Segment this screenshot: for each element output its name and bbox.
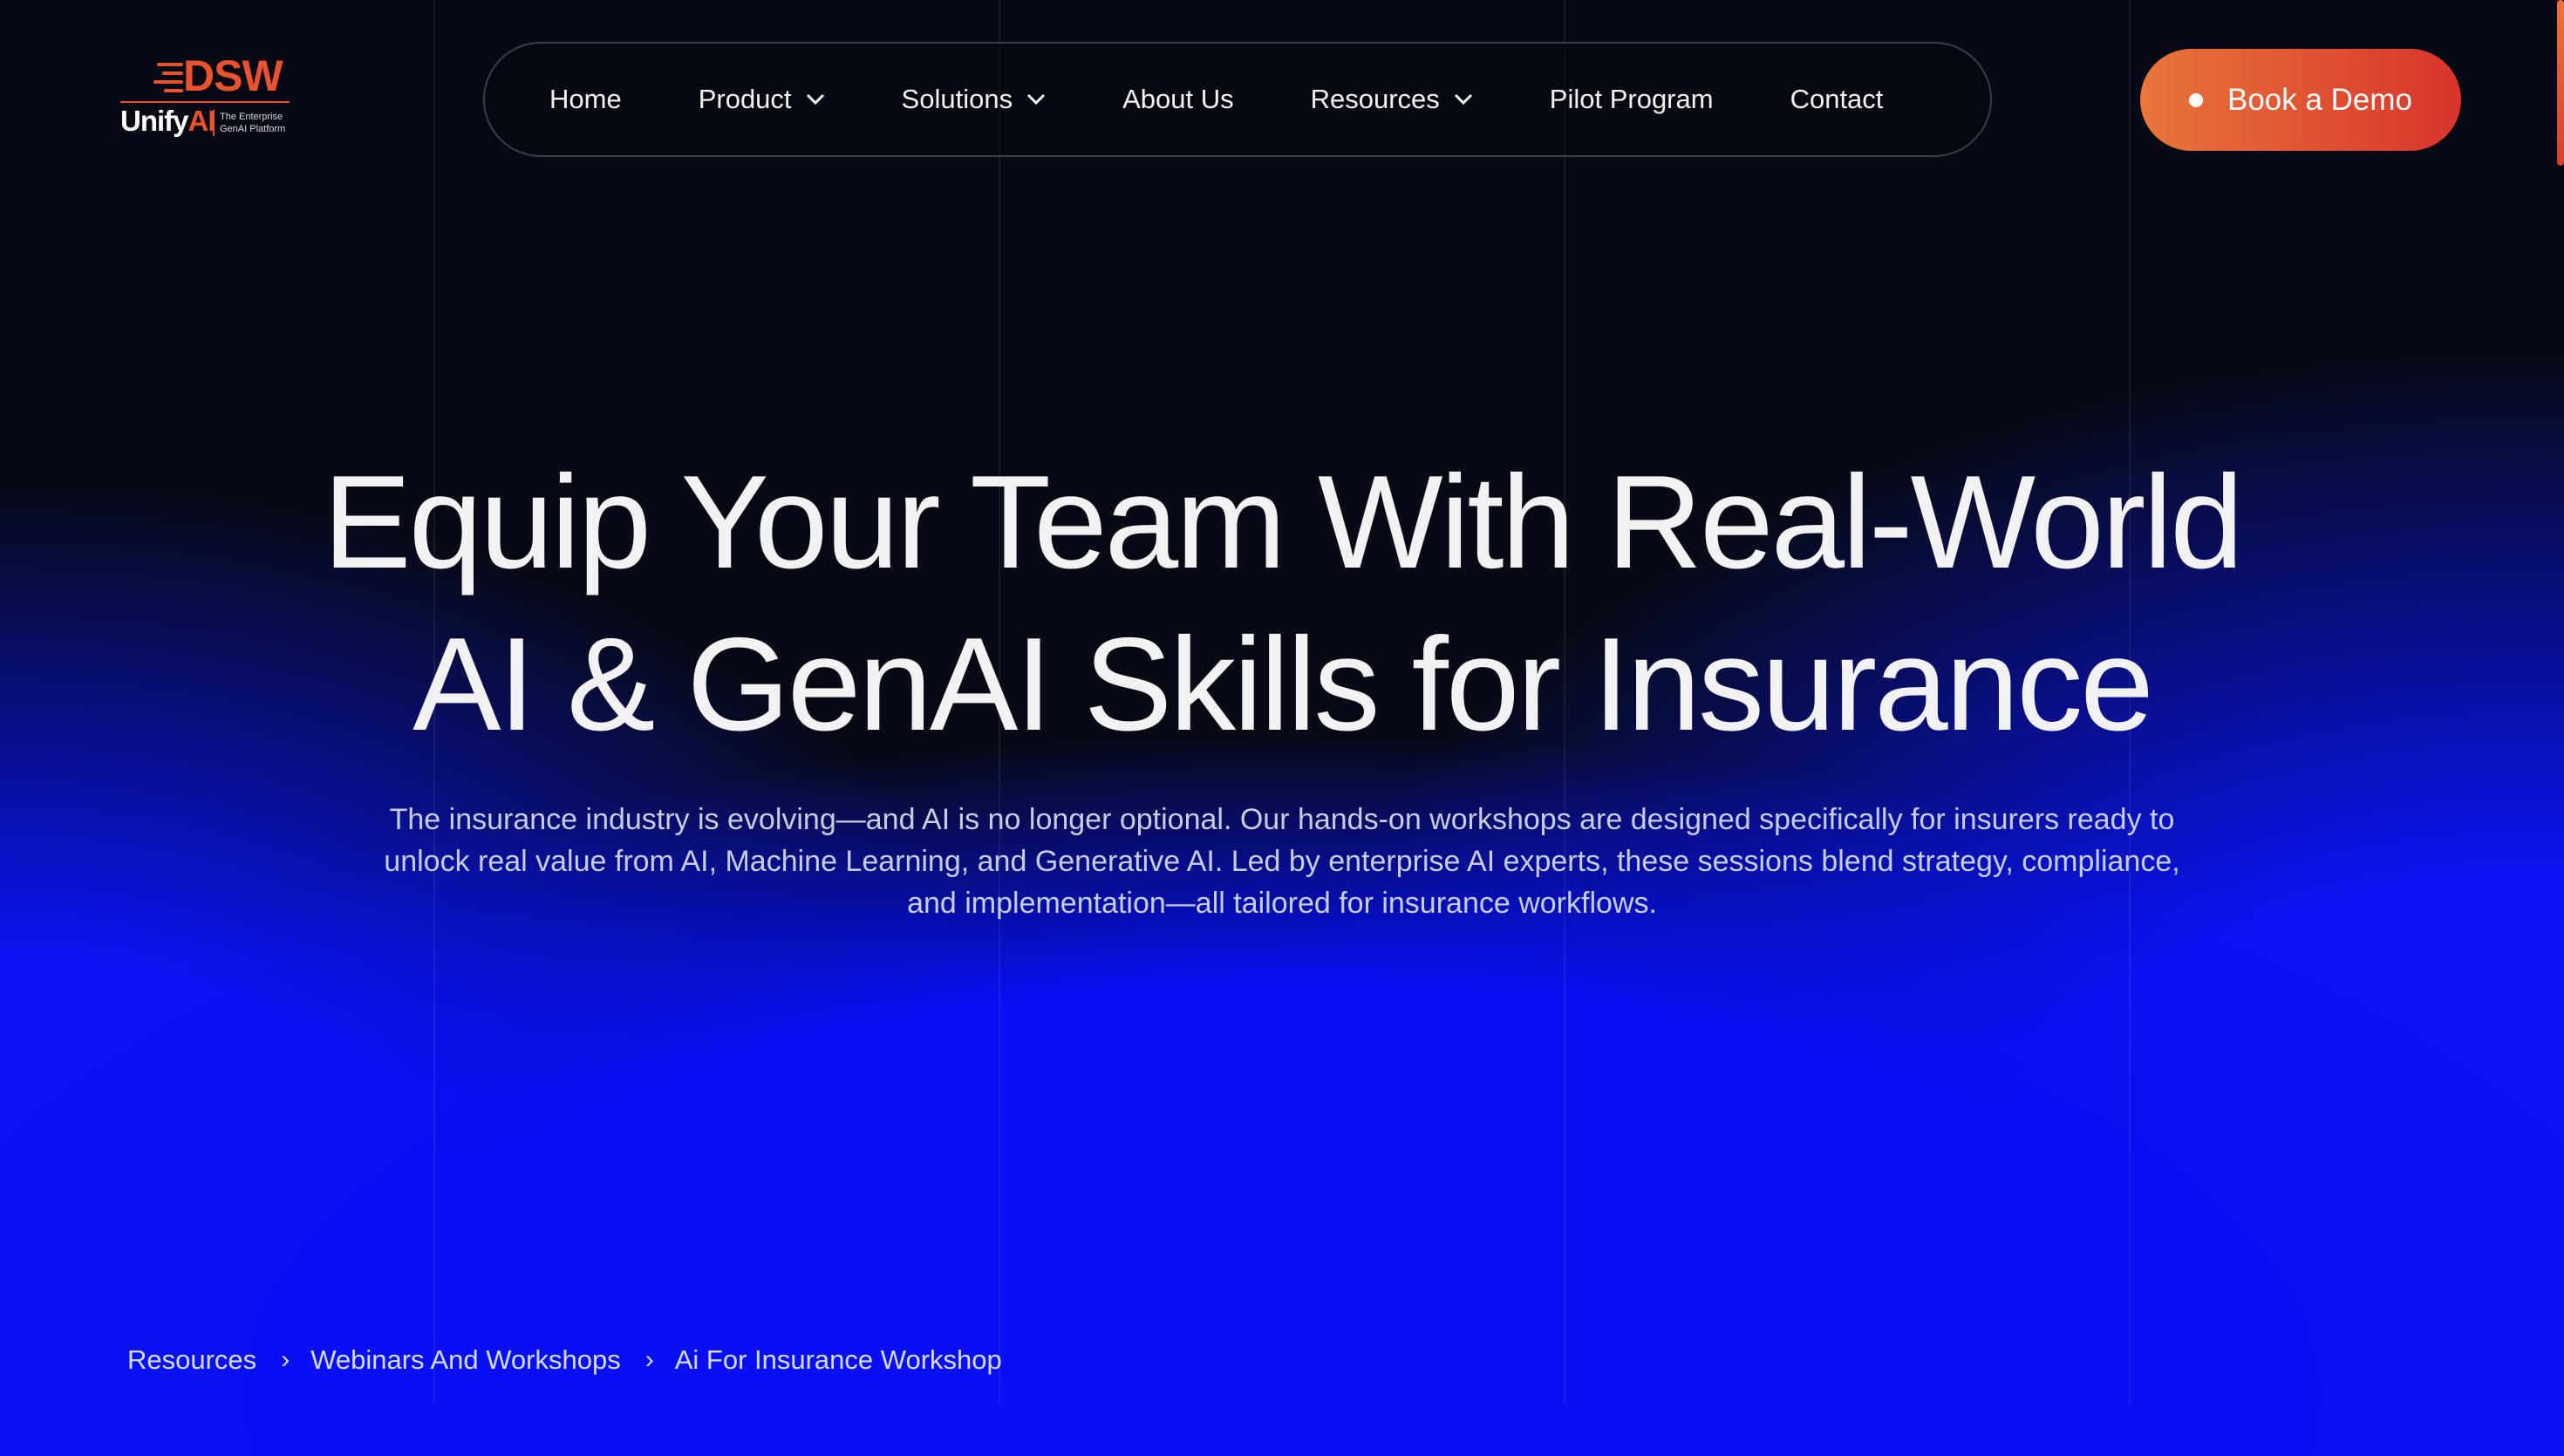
- nav-item-label: Home: [549, 84, 622, 114]
- logo-mark: DSW: [183, 51, 283, 100]
- scrollbar-thumb[interactable]: [2557, 0, 2564, 166]
- breadcrumb-item-current: Ai For Insurance Workshop: [674, 1344, 1002, 1375]
- nav-item-pilot-program[interactable]: Pilot Program: [1550, 84, 1714, 115]
- nav-item-label: Product: [698, 84, 792, 114]
- nav-item-about-us[interactable]: About Us: [1122, 84, 1234, 115]
- hero-title-line1: Equip Your Team With Real-World: [323, 448, 2243, 596]
- nav-item-label: Solutions: [901, 84, 1013, 114]
- chevron-down-icon: [1027, 93, 1046, 105]
- logo-product-name: UnifyAI: [120, 105, 216, 138]
- nav-item-contact[interactable]: Contact: [1790, 84, 1884, 115]
- breadcrumb-separator-icon: ›: [644, 1345, 654, 1374]
- hero-title: Equip Your Team With Real-World AI & Gen…: [235, 441, 2329, 765]
- logo-product-accent: AI: [188, 105, 216, 137]
- nav-item-label: About Us: [1122, 84, 1234, 114]
- nav-item-solutions[interactable]: Solutions: [902, 84, 1047, 115]
- nav-item-product[interactable]: Product: [699, 84, 825, 115]
- breadcrumb-separator-icon: ›: [281, 1345, 290, 1374]
- nav-item-label: Resources: [1310, 84, 1440, 114]
- dot-icon: [2188, 92, 2203, 107]
- logo-separator: [213, 110, 215, 136]
- chevron-down-icon: [806, 93, 824, 105]
- book-demo-button[interactable]: Book a Demo: [2140, 49, 2461, 151]
- breadcrumb-item-webinars[interactable]: Webinars And Workshops: [310, 1344, 621, 1376]
- logo-divider: [120, 101, 290, 103]
- logo-tagline-line2: GenAI Platform: [220, 124, 286, 134]
- logo-product-text: Unify: [120, 105, 188, 137]
- breadcrumb: Resources › Webinars And Workshops › Ai …: [127, 1344, 1002, 1376]
- nav-item-label: Contact: [1790, 84, 1884, 114]
- nav-item-resources[interactable]: Resources: [1311, 84, 1473, 115]
- breadcrumb-item-resources[interactable]: Resources: [127, 1344, 256, 1376]
- chevron-down-icon: [1454, 93, 1472, 105]
- book-demo-label: Book a Demo: [2226, 82, 2413, 117]
- speed-lines-icon: [153, 63, 183, 92]
- hero-subtitle: The insurance industry is evolving—and A…: [384, 803, 2180, 920]
- hero-title-line2: AI & GenAI Skills for Insurance: [413, 610, 2154, 759]
- nav-item-label: Pilot Program: [1549, 84, 1714, 114]
- brand-logo[interactable]: DSW UnifyAI The Enterprise GenAI Platfor…: [119, 51, 293, 143]
- main-nav: Home Product Solutions About Us Resource…: [483, 42, 1992, 157]
- nav-item-home[interactable]: Home: [549, 84, 622, 115]
- logo-tagline-line1: The Enterprise: [220, 112, 283, 122]
